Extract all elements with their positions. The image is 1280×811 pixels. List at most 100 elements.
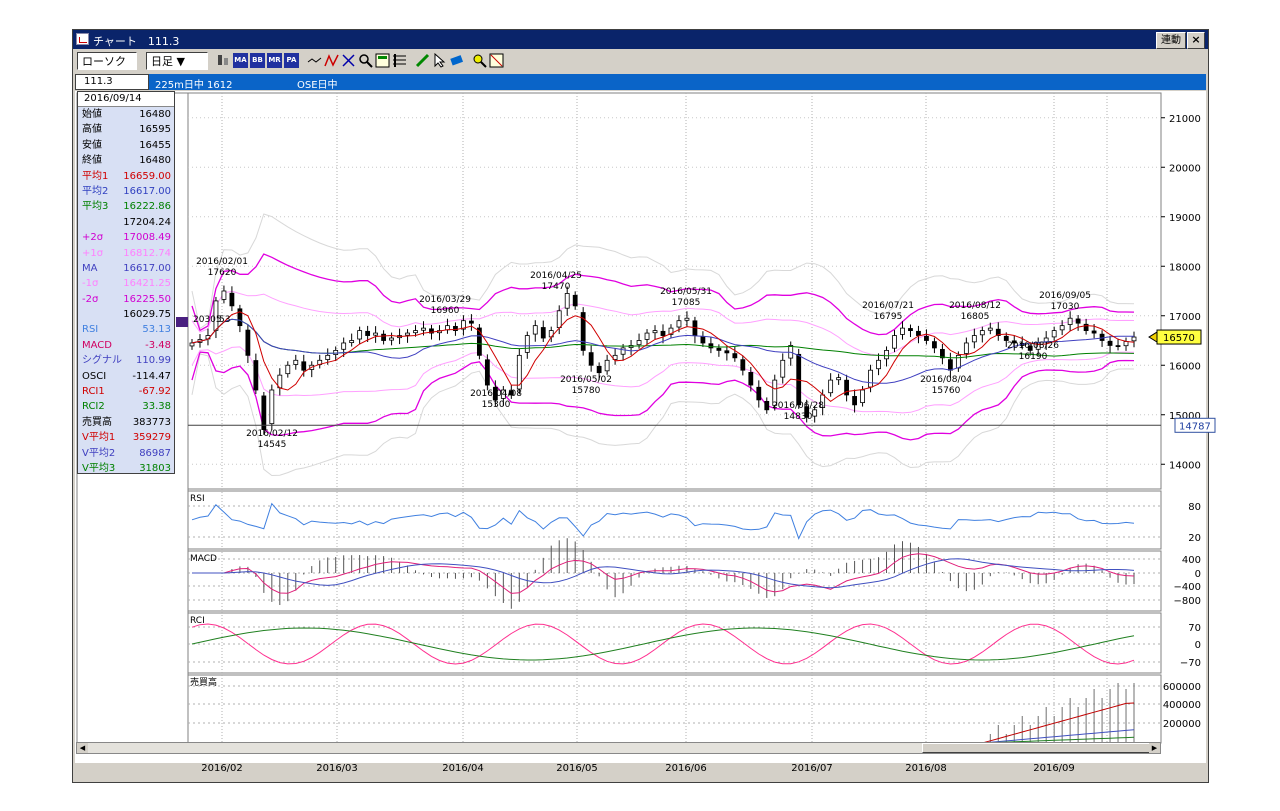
data-row: +1σ 16812.74 — [78, 246, 174, 261]
data-row: -2σ 16225.50 — [78, 292, 174, 307]
bb-icon[interactable]: BB — [250, 53, 265, 68]
data-row-value: 16029.75 — [123, 309, 171, 321]
mr-icon[interactable]: MR — [267, 53, 282, 68]
chart-window: チャート 111.3 連動 × ローソク ▼ 日足 ▼ MA BB MR PA … — [72, 29, 1209, 783]
data-row-value: 17008.49 — [123, 232, 171, 244]
chart-area[interactable] — [75, 91, 1206, 763]
data-row: 平均3 16222.86 — [78, 199, 174, 214]
data-row-label: 平均1 — [82, 170, 109, 182]
data-row-label: 終値 — [82, 155, 102, 167]
zigzag-icon[interactable] — [324, 53, 339, 68]
data-row-label: 始値 — [82, 109, 102, 120]
data-row: OSCI -114.47 — [78, 369, 174, 384]
data-row-value: 383773 — [132, 416, 171, 428]
x-axis-label: 2016/05 — [556, 763, 598, 774]
data-row-value: 16225.50 — [123, 293, 171, 305]
data-panel-date: 2016/09/14 — [78, 92, 174, 107]
data-row-label: MA — [82, 262, 98, 274]
calc-icon[interactable] — [375, 53, 390, 68]
data-row: RCI1 -67.92 — [78, 384, 174, 399]
data-row-label: +2σ — [82, 232, 104, 244]
data-row-label: +1σ — [82, 247, 104, 259]
window-title: チャート 111.3 — [93, 35, 180, 48]
data-row-label: シグナル — [82, 355, 122, 367]
data-row: V平均3 31803 — [78, 461, 174, 476]
data-row-value: 110.99 — [136, 355, 171, 367]
ma-icon[interactable]: MA — [233, 53, 248, 68]
data-row-value: 33.38 — [142, 401, 171, 413]
data-row-label: 平均2 — [82, 185, 109, 197]
horizontal-scrollbar[interactable]: ◀ ▶ — [76, 742, 1161, 754]
data-row: 平均1 16659.00 — [78, 169, 174, 184]
zoom-icon[interactable] — [358, 53, 373, 68]
title-bar[interactable]: チャート 111.3 連動 × — [73, 30, 1208, 49]
data-row-label: V平均3 — [82, 462, 116, 474]
data-row-value: -114.47 — [132, 370, 171, 382]
data-row-value: 359279 — [132, 432, 171, 444]
data-row-value: 16222.86 — [123, 201, 171, 213]
data-row: 終値 16480 — [78, 153, 174, 168]
chart-app-icon — [76, 33, 89, 45]
data-panel: 2016/09/14 始値 16480 高値 16595 安値 16455 終値 16480 平… — [77, 91, 175, 474]
data-row: 高値 16595 — [78, 122, 174, 137]
cross-icon[interactable] — [341, 53, 356, 68]
candle-type-dropdown[interactable]: ローソク ▼ — [77, 52, 137, 86]
data-row: RSI 53.13 — [78, 322, 174, 337]
data-row-label: V平均2 — [82, 447, 116, 459]
x-axis-label: 2016/07 — [791, 763, 833, 774]
data-row-value: 16480 — [139, 155, 171, 167]
x-axis-label: 2016/03 — [316, 763, 358, 774]
data-row: V平均1 359279 — [78, 430, 174, 445]
line-icon[interactable] — [307, 53, 322, 68]
link-button[interactable]: 連動 — [1156, 32, 1186, 49]
data-row-value: 16421.25 — [123, 278, 171, 290]
pen-icon[interactable] — [415, 53, 430, 68]
x-axis-label: 2016/09 — [1033, 763, 1075, 774]
data-row-label: V平均1 — [82, 432, 116, 444]
data-row-value: 16617.00 — [123, 185, 171, 197]
data-row-label: RSI — [82, 324, 99, 336]
data-row-value: 16659.00 — [123, 170, 171, 182]
data-row: MACD -3.48 — [78, 338, 174, 353]
data-row: V平均2 86987 — [78, 446, 174, 461]
x-axis-label: 2016/08 — [905, 763, 947, 774]
data-row-value: 16595 — [139, 124, 171, 136]
data-row-label: 高値 — [82, 124, 102, 136]
symbol-field[interactable]: 111.3 — [75, 74, 149, 90]
pa-icon[interactable]: PA — [284, 53, 299, 68]
data-row: RCI2 33.38 — [78, 399, 174, 414]
toolbar: ローソク ▼ 日足 ▼ MA BB MR PA — [73, 50, 1208, 86]
data-row: MA 16617.00 — [78, 261, 174, 276]
scroll-left-icon[interactable]: ◀ — [77, 743, 88, 753]
chart-type-icon[interactable] — [216, 53, 231, 68]
data-row-label: RCI2 — [82, 401, 105, 413]
data-row-value: 86987 — [139, 447, 171, 459]
data-row-label: 安値 — [82, 139, 102, 151]
data-row: 始値 16480 — [78, 107, 174, 122]
x-axis-label: 2016/04 — [442, 763, 484, 774]
data-row: 安値 16455 — [78, 138, 174, 153]
data-row: シグナル 110.99 — [78, 353, 174, 368]
scroll-right-icon[interactable]: ▶ — [1149, 743, 1160, 753]
fibo-icon[interactable] — [392, 53, 407, 68]
data-row-value: 17204.24 — [123, 216, 171, 228]
data-row-value: 16480 — [139, 109, 171, 120]
data-row-value: 53.13 — [142, 324, 171, 336]
info-bar: 111.3 225m日中 1612 OSE日中 — [75, 74, 1206, 91]
data-row-label: 平均3 — [82, 201, 109, 213]
data-row-label: MACD — [82, 339, 112, 351]
clear-icon[interactable] — [489, 53, 504, 68]
data-row: +2σ 17008.49 — [78, 230, 174, 245]
data-row-label: OSCI — [82, 370, 107, 382]
data-row-label: 売買高 — [82, 416, 112, 428]
cursor-icon[interactable] — [432, 52, 447, 68]
search-icon[interactable] — [472, 53, 487, 68]
data-row-value: 16455 — [139, 139, 171, 151]
scroll-thumb[interactable] — [922, 743, 1152, 753]
x-axis: 2016/02 2016/03 2016/04 2016/05 2016/06 2016/… — [76, 755, 1161, 777]
data-row-value: 31803 — [139, 462, 171, 474]
period-dropdown[interactable]: 日足 ▼ — [146, 52, 208, 70]
close-button[interactable]: × — [1187, 32, 1205, 49]
erase-icon[interactable] — [449, 53, 464, 68]
data-row-value: -3.48 — [145, 339, 171, 351]
